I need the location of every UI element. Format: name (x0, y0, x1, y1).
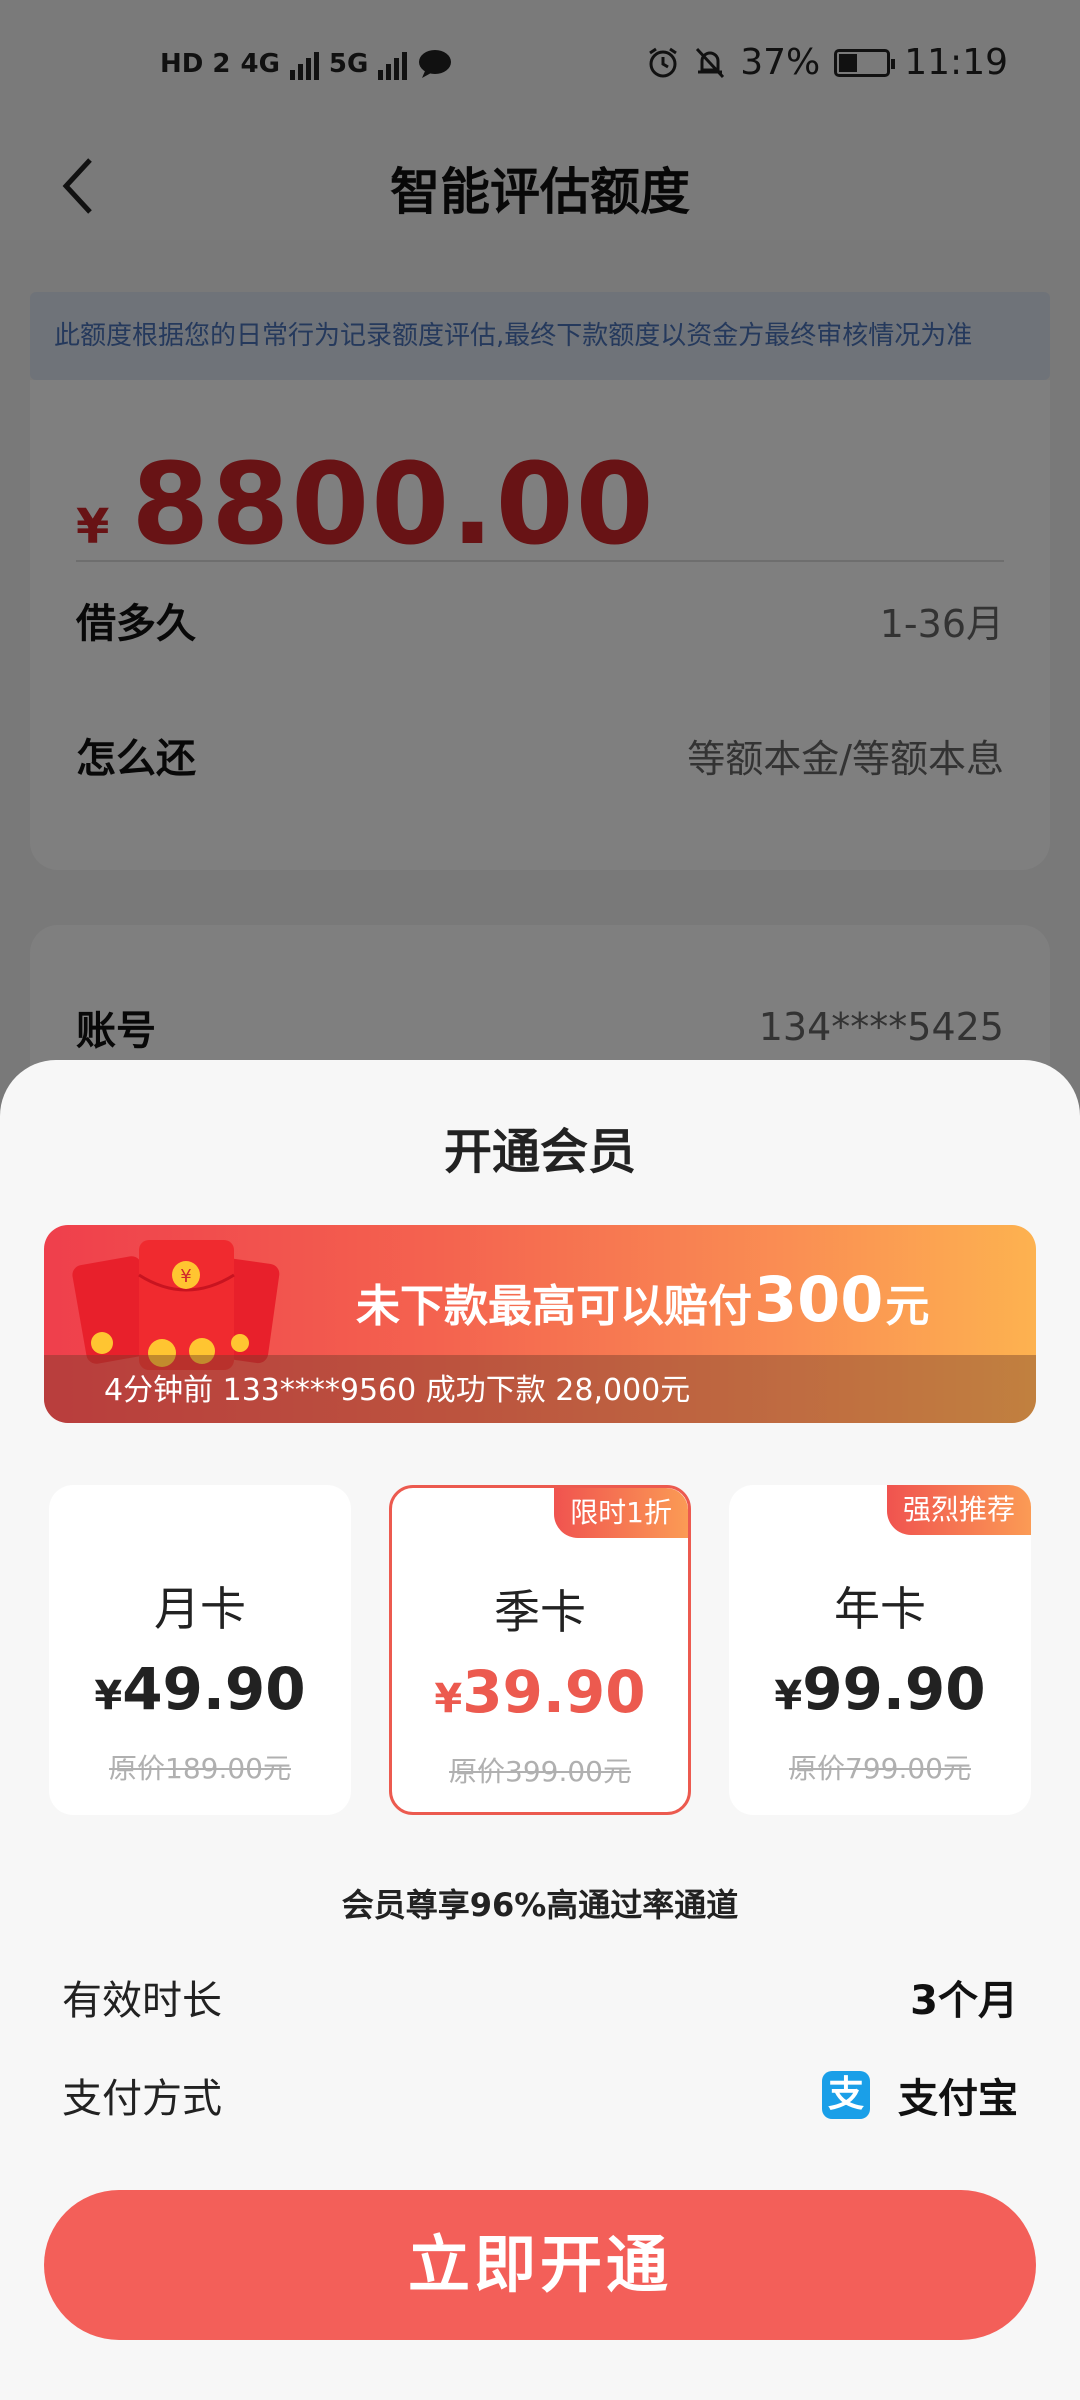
plan-currency: ¥ (94, 1673, 123, 1719)
plan-card-yearly[interactable]: 强烈推荐 年卡 ¥99.90 原价799.00元 (729, 1485, 1031, 1815)
duration-label: 有效时长 (62, 1978, 222, 2024)
activate-button[interactable]: 立即开通 (44, 2190, 1036, 2340)
plan-price-value: 99.90 (802, 1655, 986, 1723)
plan-card-quarterly[interactable]: 限时1折 季卡 ¥39.90 原价399.00元 (389, 1485, 691, 1815)
plan-name: 季卡 (494, 1585, 586, 1639)
sheet-title: 开通会员 (443, 1124, 636, 1180)
plan-card-monthly[interactable]: 月卡 ¥49.90 原价189.00元 (49, 1485, 351, 1815)
promo-headline: 未下款最高可以赔付 300 元 (356, 1263, 929, 1336)
payment-value-group: 支 支付宝 (822, 2066, 1018, 2124)
membership-sheet: 开通会员 ¥ 未下款最高可以赔付 300 元 4分钟前 133****9560 (0, 1060, 1080, 2400)
plan-original-price: 原价399.00元 (449, 1755, 631, 1788)
plan-price-value: 39.90 (462, 1658, 646, 1726)
alipay-icon: 支 (822, 2071, 870, 2119)
plan-badge: 限时1折 (554, 1488, 688, 1538)
plan-currency: ¥ (774, 1673, 803, 1719)
plan-name: 年卡 (834, 1582, 926, 1636)
duration-value: 3个月 (910, 1978, 1018, 2024)
plan-currency: ¥ (434, 1676, 463, 1722)
promo-banner: ¥ 未下款最高可以赔付 300 元 4分钟前 133****9560 成功下款 … (44, 1225, 1036, 1423)
payment-method-row[interactable]: 支付方式 支 支付宝 (62, 2065, 1018, 2125)
plan-original-price: 原价189.00元 (109, 1752, 291, 1785)
plan-price: ¥99.90 (729, 1655, 1031, 1723)
promo-headline-prefix: 未下款最高可以赔付 (356, 1281, 752, 1332)
plan-price-value: 49.90 (122, 1655, 306, 1723)
plan-badge: 强烈推荐 (886, 1485, 1031, 1535)
svg-text:¥: ¥ (180, 1266, 191, 1287)
app-root: HD 2 4G 5G 37% 11:19 智能评估额度 此额度根据您的日常行为记… (0, 0, 1080, 2400)
plan-name: 月卡 (154, 1582, 246, 1636)
promo-headline-suffix: 元 (885, 1281, 930, 1332)
payment-value: 支付宝 (898, 2076, 1018, 2122)
payment-label: 支付方式 (62, 2076, 222, 2122)
promo-ticker: 4分钟前 133****9560 成功下款 28,000元 (104, 1373, 691, 1408)
plan-original-price: 原价799.00元 (789, 1752, 971, 1785)
plan-price: ¥49.90 (49, 1655, 351, 1723)
benefit-text: 会员尊享96%高通过率通道 (341, 1886, 739, 1924)
duration-row: 有效时长 3个月 (62, 1967, 1018, 2027)
plan-price: ¥39.90 (392, 1658, 688, 1726)
promo-headline-amount: 300 (754, 1263, 884, 1336)
